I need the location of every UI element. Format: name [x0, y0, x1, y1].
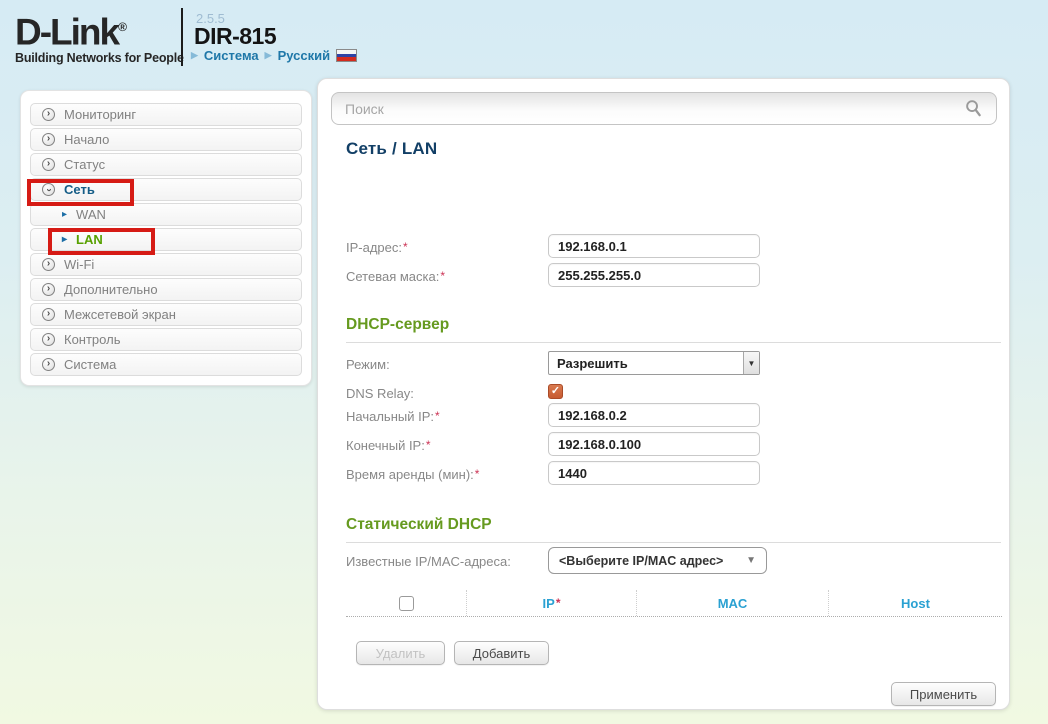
field-label: IP-адрес:*	[346, 234, 408, 260]
form-row-ip-address: IP-адрес:*	[346, 234, 1001, 260]
sidebar-item-monitoring[interactable]: › Мониторинг	[30, 103, 302, 126]
circle-chevron-icon: ›	[42, 333, 55, 346]
static-dhcp-table: IP* MAC Host	[346, 590, 1002, 617]
registered-mark: ®	[118, 20, 127, 34]
dhcp-mode-select[interactable]: Разрешить ▼	[548, 351, 760, 375]
static-dhcp-section-title: Статический DHCP	[346, 516, 1001, 543]
system-menu-link[interactable]: Система	[204, 48, 259, 63]
form-row-start-ip: Начальный IP:*	[346, 403, 1001, 429]
russian-flag-icon	[336, 49, 357, 62]
page-title: Сеть / LAN	[346, 139, 437, 159]
table-header-row: IP* MAC Host	[346, 590, 1002, 617]
dns-relay-checkbox[interactable]: ✓	[548, 384, 563, 399]
column-header-ip: IP*	[466, 590, 636, 616]
language-link[interactable]: Русский	[278, 48, 331, 63]
sidebar-item-label: Мониторинг	[64, 107, 136, 122]
select-all-column	[346, 590, 466, 616]
breadcrumb-arrow-icon: ▶	[191, 50, 198, 61]
sidebar-item-advanced[interactable]: › Дополнительно	[30, 278, 302, 301]
sidebar-item-label: Межсетевой экран	[64, 307, 176, 322]
required-mark: *	[403, 240, 408, 254]
circle-chevron-icon: ›	[42, 133, 55, 146]
sidebar-item-start[interactable]: › Начало	[30, 128, 302, 151]
sub-arrow-icon: ▸	[62, 210, 67, 220]
chevron-down-icon: ▼	[748, 359, 756, 368]
field-label: Начальный IP:*	[346, 403, 440, 429]
sidebar-item-system[interactable]: › Система	[30, 353, 302, 376]
column-header-mac: MAC	[636, 590, 828, 616]
circle-chevron-icon: ›	[42, 283, 55, 296]
breadcrumb-arrow-icon: ▶	[265, 50, 272, 61]
required-mark: *	[435, 409, 440, 423]
circle-chevron-icon: ›	[42, 308, 55, 321]
form-row-known-addresses: Известные IP/MAC-адреса: <Выберите IP/MA…	[346, 547, 1001, 575]
header-divider	[181, 8, 183, 66]
sidebar-item-label: Контроль	[64, 332, 120, 347]
sidebar-item-wan[interactable]: ▸ WAN	[30, 203, 302, 226]
end-ip-field[interactable]	[548, 432, 760, 456]
lease-time-field[interactable]	[548, 461, 760, 485]
search-input[interactable]	[345, 101, 964, 117]
annotation-box-lan	[48, 228, 155, 255]
breadcrumb: ▶ Система ▶ Русский	[191, 48, 357, 63]
field-label: Режим:	[346, 351, 390, 377]
add-button[interactable]: Добавить	[454, 641, 549, 665]
dhcp-section-title: DHCP-сервер	[346, 316, 1001, 343]
device-model: DIR-815	[194, 23, 276, 50]
sidebar-item-status[interactable]: › Статус	[30, 153, 302, 176]
form-row-end-ip: Конечный IP:*	[346, 432, 1001, 458]
search-icon[interactable]	[964, 99, 983, 118]
check-icon: ✓	[551, 386, 560, 397]
circle-chevron-icon: ›	[42, 358, 55, 371]
search-bar	[331, 92, 997, 125]
start-ip-field[interactable]	[548, 403, 760, 427]
dlink-logo: D-Link® Building Networks for People	[15, 9, 184, 65]
field-label: Конечный IP:*	[346, 432, 431, 458]
circle-chevron-icon: ›	[42, 258, 55, 271]
form-row-lease-time: Время аренды (мин):*	[346, 461, 1001, 487]
header: D-Link® Building Networks for People 2.5…	[0, 0, 1048, 78]
main-content-panel: Сеть / LAN IP-адрес:* Сетевая маска:* DH…	[317, 78, 1010, 710]
sidebar-item-label: Начало	[64, 132, 109, 147]
apply-button[interactable]: Применить	[891, 682, 996, 706]
sidebar-item-label: WAN	[76, 207, 106, 222]
dlink-logo-text: D-Link®	[15, 9, 184, 50]
sidebar-item-control[interactable]: › Контроль	[30, 328, 302, 351]
sidebar-item-label: Wi-Fi	[64, 257, 94, 272]
field-label: Известные IP/MAC-адреса:	[346, 547, 511, 575]
sidebar-item-label: Система	[64, 357, 116, 372]
known-ip-mac-dropdown[interactable]: <Выберите IP/MAC адрес> ▼	[548, 547, 767, 574]
select-arrow-button[interactable]: ▼	[743, 352, 759, 374]
dropdown-arrow-icon: ▼	[746, 555, 756, 566]
required-mark: *	[475, 467, 480, 481]
annotation-box-network	[27, 179, 134, 206]
sidebar-item-label: Дополнительно	[64, 282, 158, 297]
required-mark: *	[556, 596, 561, 610]
column-header-host: Host	[828, 590, 1002, 616]
required-mark: *	[426, 438, 431, 452]
dlink-logo-tagline: Building Networks for People	[15, 51, 184, 65]
form-row-netmask: Сетевая маска:*	[346, 263, 1001, 289]
sidebar-item-firewall[interactable]: › Межсетевой экран	[30, 303, 302, 326]
sidebar-item-wifi[interactable]: › Wi-Fi	[30, 253, 302, 276]
circle-chevron-icon: ›	[42, 158, 55, 171]
form-row-mode: Режим: Разрешить ▼	[346, 351, 1001, 377]
delete-button[interactable]: Удалить	[356, 641, 445, 665]
field-label: Время аренды (мин):*	[346, 461, 479, 487]
select-all-checkbox[interactable]	[399, 596, 414, 611]
ip-address-field[interactable]	[548, 234, 760, 258]
netmask-field[interactable]	[548, 263, 760, 287]
required-mark: *	[440, 269, 445, 283]
field-label: Сетевая маска:*	[346, 263, 445, 289]
sidebar-item-label: Статус	[64, 157, 105, 172]
circle-chevron-icon: ›	[42, 108, 55, 121]
